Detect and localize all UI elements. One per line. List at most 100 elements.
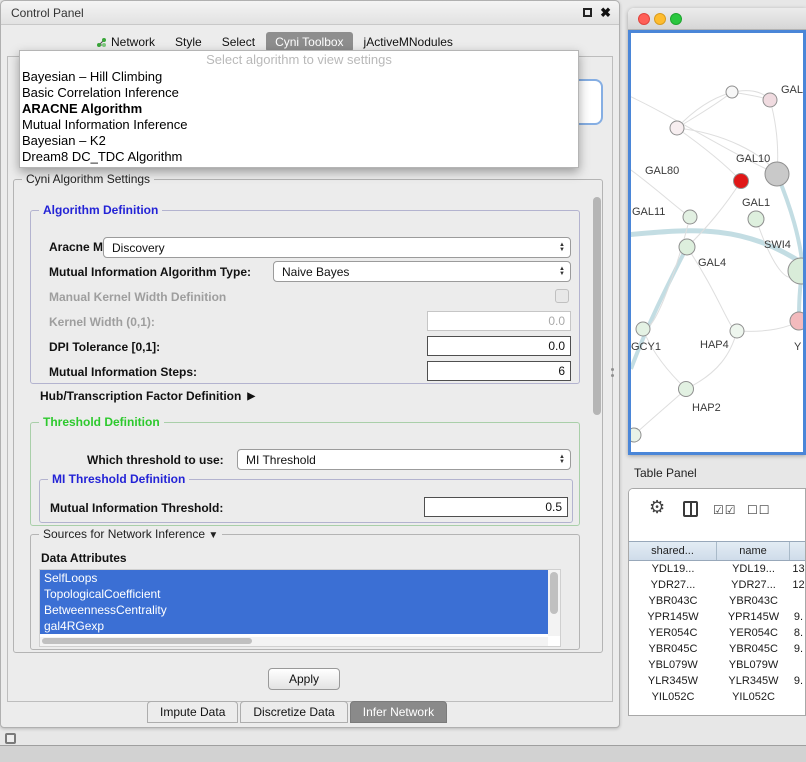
table-row[interactable]: YER054C YER054C 8. [629, 625, 805, 641]
combo-arrows-icon: ▲▼ [559, 455, 565, 465]
cell: 8. [790, 625, 805, 641]
node-gal80[interactable] [670, 121, 684, 135]
gear-icon[interactable]: ⚙ [649, 497, 665, 518]
dropdown-item[interactable]: Bayesian – K2 [20, 133, 578, 149]
mi-type-combo[interactable]: Naive Bayes ▲▼ [273, 261, 571, 282]
tab-style[interactable]: Style [166, 32, 211, 52]
cell: 9. [790, 609, 805, 625]
table-row[interactable]: YPR145W YPR145W 9. [629, 609, 805, 625]
deselect-all-icon[interactable]: ☐☐ [747, 503, 771, 517]
column-header-shared[interactable]: shared... [629, 542, 717, 560]
cell [790, 657, 805, 673]
node-pink[interactable] [790, 312, 803, 330]
select-all-icon[interactable]: ☑☑ [713, 503, 737, 517]
zoom-traffic-light[interactable] [670, 13, 682, 25]
tab-network[interactable]: Network [87, 32, 164, 52]
manual-kernel-label: Manual Kernel Width Definition [49, 290, 226, 304]
scrollbar-thumb[interactable] [42, 638, 252, 644]
node-hap2[interactable] [679, 382, 694, 397]
kernel-width-input[interactable] [427, 311, 571, 331]
tab-infer-network[interactable]: Infer Network [350, 701, 447, 723]
mi-threshold-label: Mutual Information Threshold: [50, 501, 223, 515]
listbox-horizontal-scrollbar[interactable] [40, 637, 548, 646]
scrollbar-thumb[interactable] [550, 572, 558, 614]
list-item[interactable]: SelfLoops [40, 570, 548, 586]
dropdown-item[interactable]: Mutual Information Inference [20, 117, 578, 133]
node-gal10[interactable] [765, 162, 789, 186]
node-gal8[interactable] [763, 93, 777, 107]
scrollbar-thumb[interactable] [593, 197, 601, 415]
table-row[interactable]: YIL052C YIL052C [629, 689, 805, 705]
listbox-vertical-scrollbar[interactable] [548, 570, 560, 636]
node-swi4[interactable] [788, 258, 803, 284]
sources-group: Sources for Network Inference ▼ Data Att… [30, 534, 580, 650]
cell: YDR27... [629, 577, 717, 593]
settings-scrollbar[interactable] [593, 191, 601, 647]
which-threshold-label: Which threshold to use: [87, 453, 224, 467]
table-row[interactable]: YDR27... YDR27... 12 [629, 577, 805, 593]
tab-impute-data[interactable]: Impute Data [147, 701, 238, 723]
node-gal11[interactable] [683, 210, 697, 224]
cell: YBR043C [629, 593, 717, 609]
minimize-traffic-light[interactable] [654, 13, 666, 25]
node-gal1[interactable] [748, 211, 764, 227]
node-label: GAL8 [781, 84, 803, 96]
cell: YBR045C [717, 641, 790, 657]
table-row[interactable]: YBL079W YBL079W [629, 657, 805, 673]
cell: YIL052C [629, 689, 717, 705]
which-threshold-combo[interactable]: MI Threshold ▲▼ [237, 449, 571, 470]
collapsed-panel-icon[interactable] [5, 733, 16, 744]
table-row[interactable]: YBR045C YBR045C 9. [629, 641, 805, 657]
network-canvas[interactable]: GAL8 GAL80 GAL10 GAL11 GAL1 SWI4 GAL4 GC… [631, 33, 803, 452]
group-title: Threshold Definition [39, 415, 164, 429]
node-gal4[interactable] [679, 239, 695, 255]
node-unnamed[interactable] [631, 428, 641, 442]
mi-threshold-input[interactable] [424, 497, 568, 517]
table-row[interactable]: YDL19... YDL19... 13 [629, 561, 805, 577]
node-hap4[interactable] [730, 324, 744, 338]
table-row[interactable]: YLR345W YLR345W 9. [629, 673, 805, 689]
cell: 9. [790, 673, 805, 689]
panel-splitter-handle[interactable] [611, 368, 614, 371]
tab-select[interactable]: Select [213, 32, 264, 52]
expand-right-icon: ▶ [247, 391, 255, 402]
list-item[interactable]: TopologicalCoefficient [40, 586, 548, 602]
hub-transcription-label: Hub/Transcription Factor Definition [40, 389, 241, 403]
column-header-cut[interactable] [790, 542, 806, 560]
table-body: YDL19... YDL19... 13 YDR27... YDR27... 1… [629, 561, 805, 715]
tab-label: Network [111, 35, 155, 49]
sources-title[interactable]: Sources for Network Inference ▼ [39, 527, 222, 541]
group-title: MI Threshold Definition [48, 472, 189, 486]
dropdown-item[interactable]: Basic Correlation Inference [20, 85, 578, 101]
tab-cyni-toolbox[interactable]: Cyni Toolbox [266, 32, 352, 52]
dpi-tolerance-input[interactable] [427, 336, 571, 356]
table-row[interactable]: YBR043C YBR043C [629, 593, 805, 609]
combo-value: MI Threshold [246, 453, 316, 467]
edge [677, 92, 732, 128]
control-panel-titlebar[interactable]: Control Panel ✖ [1, 1, 619, 25]
network-window-titlebar[interactable] [628, 8, 806, 30]
node-red[interactable] [734, 174, 749, 189]
dropdown-item[interactable]: Bayesian – Hill Climbing [20, 69, 578, 85]
restore-icon[interactable] [583, 8, 592, 17]
tab-discretize-data[interactable]: Discretize Data [240, 701, 347, 723]
group-title: Algorithm Definition [39, 203, 162, 217]
mi-steps-input[interactable] [427, 361, 571, 381]
cell: YBL079W [717, 657, 790, 673]
aracne-mode-combo[interactable]: Discovery ▲▼ [103, 237, 571, 258]
node-gcy1[interactable] [636, 322, 650, 336]
node-label: SWI4 [764, 239, 791, 251]
list-item[interactable]: gal4RGexp [40, 618, 548, 634]
close-icon[interactable]: ✖ [600, 5, 611, 21]
dropdown-item-selected[interactable]: ARACNE Algorithm [20, 101, 578, 117]
list-item[interactable]: BetweennessCentrality [40, 602, 548, 618]
manual-kernel-checkbox[interactable] [555, 289, 569, 303]
apply-button[interactable]: Apply [268, 668, 340, 690]
hub-transcription-expander[interactable]: Hub/Transcription Factor Definition ▶ [40, 389, 255, 403]
close-traffic-light[interactable] [638, 13, 650, 25]
columns-icon[interactable] [683, 501, 698, 517]
dropdown-item[interactable]: Dream8 DC_TDC Algorithm [20, 149, 578, 165]
tab-jactivemnodules[interactable]: jActiveMNodules [355, 32, 462, 52]
column-header-name[interactable]: name [717, 542, 790, 560]
node-unnamed[interactable] [726, 86, 738, 98]
